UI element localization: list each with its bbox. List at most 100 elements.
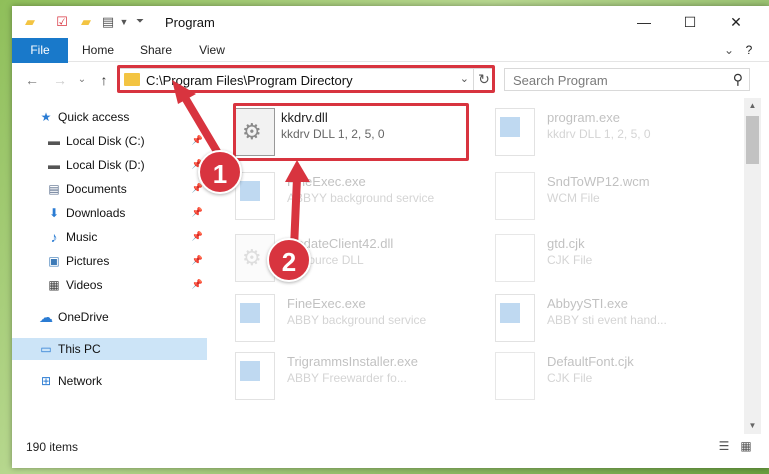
exe-icon bbox=[235, 294, 275, 342]
sidebar-item-label: Local Disk (C:) bbox=[66, 134, 145, 148]
drive-icon: ▬ bbox=[48, 134, 60, 148]
cloud-icon: ☁ bbox=[39, 309, 53, 325]
file-name: program.exe bbox=[547, 110, 620, 125]
document-icon bbox=[495, 234, 535, 282]
item-count: 190 items bbox=[26, 440, 79, 454]
sidebar-item-label: OneDrive bbox=[58, 310, 109, 324]
sidebar-item-label: Music bbox=[66, 230, 98, 244]
properties-icon[interactable]: ☑ bbox=[54, 14, 70, 30]
file-name: DefaultFont.cjk bbox=[547, 354, 634, 369]
pin-icon[interactable]: 📌 bbox=[192, 207, 203, 218]
sidebar-item-this-pc[interactable]: ▭ This PC bbox=[12, 338, 207, 360]
file-item[interactable]: DefaultFont.cjk CJK File bbox=[495, 350, 735, 406]
details-view-icon[interactable]: ☰ bbox=[716, 438, 732, 454]
scroll-thumb[interactable] bbox=[746, 116, 759, 164]
exe-icon bbox=[235, 352, 275, 400]
recent-locations-button[interactable]: ⌄ bbox=[72, 71, 92, 89]
pin-icon[interactable]: 📌 bbox=[192, 231, 203, 242]
file-description: CJK File bbox=[547, 371, 593, 385]
file-item[interactable]: FineExec.exe ABBY background service bbox=[235, 292, 475, 348]
document-icon bbox=[495, 352, 535, 400]
video-icon: ▦ bbox=[48, 278, 60, 292]
file-name: AbbyySTI.exe bbox=[547, 296, 628, 311]
sidebar-item-onedrive[interactable]: ☁ OneDrive bbox=[12, 306, 207, 328]
sidebar-item-label: Local Disk (D:) bbox=[66, 158, 145, 172]
scroll-up-icon[interactable]: ▲ bbox=[744, 98, 761, 114]
sidebar-item-local-disk-d[interactable]: ▬ Local Disk (D:) 📌 bbox=[12, 154, 207, 176]
vertical-scrollbar[interactable]: ▲ ▼ bbox=[744, 98, 761, 434]
step-1-badge: 1 bbox=[198, 150, 242, 194]
tab-view[interactable]: View bbox=[190, 38, 234, 62]
pin-icon[interactable]: 📌 bbox=[192, 255, 203, 266]
file-item[interactable]: program.exe kkdrv DLL 1, 2, 5, 0 bbox=[495, 106, 735, 162]
back-button[interactable]: ← bbox=[22, 71, 42, 89]
sidebar-item-documents[interactable]: ▤ Documents 📌 bbox=[12, 178, 207, 200]
music-icon: ♪ bbox=[50, 229, 58, 245]
sidebar-item-downloads[interactable]: ⬇ Downloads 📌 bbox=[12, 202, 207, 224]
sidebar-item-quick-access[interactable]: ★ Quick access bbox=[12, 106, 207, 128]
scroll-down-icon[interactable]: ▼ bbox=[744, 418, 761, 434]
window-title: Program bbox=[165, 15, 215, 30]
close-button[interactable]: ✕ bbox=[713, 6, 759, 38]
explorer-window: ▰ ☑ ▰ ▤ ▼ ⏷ Program — ☐ ✕ File Home Shar… bbox=[12, 6, 769, 468]
title-bar: ▰ ☑ ▰ ▤ ▼ ⏷ Program — ☐ ✕ bbox=[12, 6, 769, 38]
file-name: gtd.cjk bbox=[547, 236, 585, 251]
star-icon: ★ bbox=[40, 110, 52, 124]
tiles-view-icon[interactable]: ▦ bbox=[738, 438, 754, 454]
file-highlight bbox=[233, 103, 469, 161]
file-name: FineExec.exe bbox=[287, 296, 366, 311]
drive-icon: ▬ bbox=[48, 158, 60, 172]
tab-share[interactable]: Share bbox=[132, 38, 180, 62]
search-box[interactable]: Search Program ⚲ bbox=[504, 68, 750, 91]
sidebar-item-music[interactable]: ♪ Music 📌 bbox=[12, 226, 207, 248]
file-item[interactable]: gtd.cjk CJK File bbox=[495, 232, 735, 288]
sidebar-item-pictures[interactable]: ▣ Pictures 📌 bbox=[12, 250, 207, 272]
exe-icon bbox=[235, 172, 275, 220]
minimize-button[interactable]: — bbox=[621, 6, 667, 38]
exe-icon bbox=[495, 294, 535, 342]
customize-toolbar-icon[interactable]: ▤ bbox=[100, 14, 116, 30]
file-name: TrigrammsInstaller.exe bbox=[287, 354, 418, 369]
new-folder-icon[interactable]: ▰ bbox=[78, 14, 94, 30]
expand-ribbon-icon[interactable]: ⌄ bbox=[720, 38, 738, 62]
sidebar-item-label: This PC bbox=[58, 342, 101, 356]
sidebar-item-network[interactable]: ⊞ Network bbox=[12, 370, 207, 392]
help-icon[interactable]: ? bbox=[740, 38, 758, 62]
address-highlight bbox=[117, 65, 495, 93]
file-description: ABBYY background service bbox=[287, 191, 435, 205]
file-description: CJK File bbox=[547, 253, 593, 267]
pictures-icon: ▣ bbox=[48, 254, 60, 268]
chevron-down-icon[interactable]: ▼ bbox=[116, 14, 132, 30]
search-input[interactable]: Search Program bbox=[513, 73, 608, 88]
ribbon: File Home Share View ⌄ ? bbox=[12, 38, 769, 94]
sidebar-item-local-disk-c[interactable]: ▬ Local Disk (C:) 📌 bbox=[12, 130, 207, 152]
maximize-button[interactable]: ☐ bbox=[667, 6, 713, 38]
file-description: ABBY sti event hand... bbox=[547, 313, 667, 327]
dropdown-icon[interactable]: ⏷ bbox=[132, 14, 148, 30]
forward-button[interactable]: → bbox=[50, 71, 70, 89]
file-description: kkdrv DLL 1, 2, 5, 0 bbox=[547, 127, 651, 141]
exe-icon bbox=[495, 108, 535, 156]
file-name: FineExec.exe bbox=[287, 174, 366, 189]
search-icon[interactable]: ⚲ bbox=[733, 71, 743, 88]
pin-icon[interactable]: 📌 bbox=[192, 279, 203, 290]
file-item[interactable]: AbbyySTI.exe ABBY sti event hand... bbox=[495, 292, 735, 348]
pin-icon[interactable]: 📌 bbox=[192, 135, 203, 146]
sidebar-item-label: Videos bbox=[66, 278, 103, 292]
step-2-badge: 2 bbox=[267, 238, 311, 282]
computer-icon: ▭ bbox=[40, 342, 52, 356]
network-icon: ⊞ bbox=[40, 374, 52, 388]
sidebar-item-videos[interactable]: ▦ Videos 📌 bbox=[12, 274, 207, 296]
tab-home[interactable]: Home bbox=[74, 38, 122, 62]
file-item[interactable]: FineExec.exe ABBYY background service bbox=[235, 170, 475, 226]
file-item[interactable]: TrigrammsInstaller.exe ABBY Freewarder f… bbox=[235, 350, 475, 406]
file-item[interactable]: SndToWP12.wcm WCM File bbox=[495, 170, 735, 226]
download-icon: ⬇ bbox=[48, 206, 60, 220]
up-button[interactable]: ↑ bbox=[94, 71, 114, 89]
sidebar-item-label: Pictures bbox=[66, 254, 110, 268]
sidebar-item-label: Network bbox=[58, 374, 103, 388]
file-description: WCM File bbox=[547, 191, 600, 205]
sidebar-item-label: Documents bbox=[66, 182, 127, 196]
file-name: SndToWP12.wcm bbox=[547, 174, 650, 189]
document-icon bbox=[495, 172, 535, 220]
